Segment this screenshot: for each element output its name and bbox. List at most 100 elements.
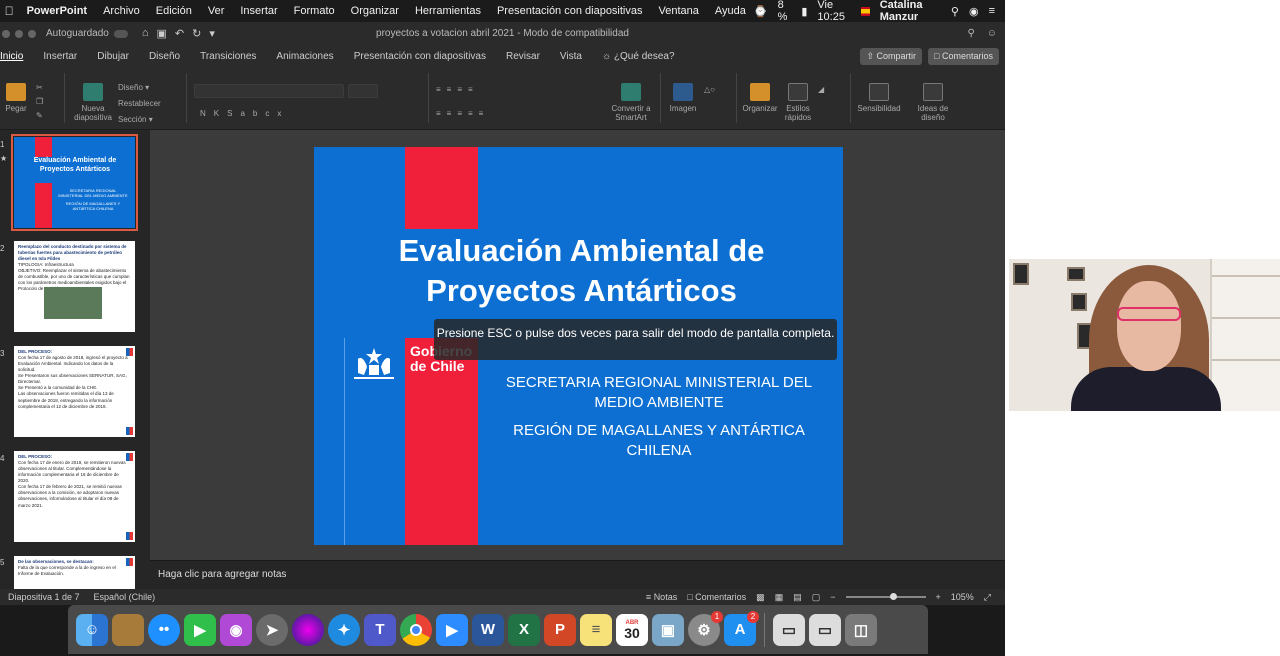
font-size-field[interactable] [348,84,378,98]
menu-insertar[interactable]: Insertar [232,5,285,17]
slide-subtitle-1[interactable]: SECRETARIA REGIONAL MINISTERIAL DEL MEDI… [489,373,829,412]
user-name[interactable]: Catalina Manzur [880,0,941,23]
undo-icon[interactable]: ↶ [175,27,184,40]
powerpoint-icon[interactable]: P [544,613,576,646]
finder-icon[interactable]: ☺ [76,613,108,646]
save-icon[interactable]: ▣ [157,27,167,40]
tab-diseno[interactable]: Diseño [139,51,190,62]
image-button[interactable]: Imagen [666,83,700,113]
tab-inicio[interactable]: Inicio [0,51,33,62]
preview-icon[interactable]: ▣ [652,613,684,646]
fill-color-icon[interactable]: ◢ [818,85,824,94]
tab-transiciones[interactable]: Transiciones [190,51,266,62]
zoom-slider[interactable] [845,593,926,600]
system-preferences-icon[interactable]: ⚙ 1 [688,610,723,646]
minimized-window-1-icon[interactable]: ▭ [773,613,805,646]
home-icon[interactable]: ⌂ [142,27,149,40]
font-format-icons[interactable]: NKSabcx [200,109,289,118]
menu-herramientas[interactable]: Herramientas [407,5,489,17]
reset-button[interactable]: Restablecer [118,99,161,108]
menu-formato[interactable]: Formato [286,5,343,17]
close-window-button[interactable] [2,29,10,38]
new-slide-button[interactable]: Nueva diapositiva [70,83,116,122]
reading-view-icon[interactable]: ▤ [793,592,802,603]
input-source-flag-icon[interactable] [861,6,870,16]
sensitivity-button[interactable]: Sensibilidad [856,83,902,113]
apple-icon[interactable]:  [0,4,19,18]
normal-view-icon[interactable]: ▩ [756,592,765,603]
podcasts-icon[interactable]: ◉ [220,613,252,646]
align-icons[interactable]: ≡≡≡≡≡ [436,109,489,118]
account-icon[interactable]: ☺ [987,28,997,39]
facetime-icon[interactable]: ▶ [184,613,216,646]
safari-icon[interactable]: ✦ [328,613,360,646]
slide-sorter-icon[interactable]: ▦ [775,592,784,603]
redo-icon[interactable]: ↻ [192,27,201,40]
zoom-level[interactable]: 105% [951,592,974,602]
tab-insertar[interactable]: Insertar [33,51,87,62]
shapes-icon[interactable]: △○ [704,85,715,94]
launchpad-icon[interactable]: ➤ [256,613,288,646]
slide-subtitle-2[interactable]: REGIÓN DE MAGALLANES Y ANTÁRTICA CHILENA [489,421,829,460]
menu-ver[interactable]: Ver [200,5,233,17]
chrome-icon[interactable] [400,613,432,646]
calendar-icon[interactable]: ABR 30 [616,613,648,646]
slide-title[interactable]: Evaluación Ambiental de Proyectos Antárt… [344,231,819,312]
zoom-window-button[interactable] [28,29,36,38]
spotlight-search-icon[interactable]: ⚲ [951,5,959,18]
slideshow-icon[interactable]: ▢ [812,592,821,603]
siri-icon[interactable]: ◉ [969,5,979,18]
fit-to-window-icon[interactable]: ⤢ [984,592,991,603]
menu-ventana[interactable]: Ventana [651,5,707,17]
tab-vista[interactable]: Vista [550,51,592,62]
excel-icon[interactable]: X [508,613,540,646]
thumbnail-slide-2[interactable]: Reemplazo del conducto destinado por sis… [14,241,135,332]
thumbnail-slide-1[interactable]: Evaluación Ambiental de Proyectos Antárt… [11,134,138,231]
menu-ayuda[interactable]: Ayuda [707,5,754,17]
notes-pane[interactable]: Haga clic para agregar notas [150,560,1005,589]
autosave-toggle[interactable] [113,29,128,38]
clock[interactable]: Vie 10:25 [817,0,851,23]
font-name-field[interactable] [194,84,344,98]
design-ideas-button[interactable]: Ideas de diseño [914,83,952,122]
notes-app-icon[interactable]: ≡ [580,613,612,646]
trash-icon[interactable]: ◫ [845,613,877,646]
arrange-button[interactable]: Organizar [740,83,780,113]
tab-revisar[interactable]: Revisar [496,51,550,62]
tab-dibujar[interactable]: Dibujar [87,51,139,62]
paste-button[interactable]: Pegar [2,83,30,113]
search-icon[interactable]: ⚲ [967,28,974,39]
tab-animaciones[interactable]: Animaciones [266,51,343,62]
notes-toggle-button[interactable]: ≡ Notas [646,592,677,602]
quick-styles-button[interactable]: Estilos rápidos [782,83,814,122]
teams-icon[interactable]: T [364,613,396,646]
thumbnail-slide-4[interactable]: DEL PROCESO: Con fecha 17 de enero de 20… [14,451,135,542]
tell-me-search[interactable]: ☼ ¿Qué desea? [592,51,685,62]
minimize-window-button[interactable] [15,29,23,38]
menu-presentacion[interactable]: Presentación con diapositivas [489,5,651,17]
share-button[interactable]: ⇧ Compartir [860,47,923,65]
zoom-app-icon[interactable]: ▶ [436,613,468,646]
wifi-icon[interactable]: ⌚ [754,5,768,18]
comments-toggle-button[interactable]: □ Comentarios [687,592,746,602]
zoom-out-icon[interactable]: − [830,592,835,602]
section-button[interactable]: Sección ▾ [118,115,153,124]
menu-archivo[interactable]: Archivo [95,5,148,17]
convert-smartart-button[interactable]: Convertir a SmartArt [608,83,654,122]
menu-edicion[interactable]: Edición [148,5,200,17]
zoom-slider-knob[interactable] [889,593,897,600]
siri-app-icon[interactable] [292,613,324,646]
copy-icon[interactable]: ❐ [36,97,43,106]
menu-organizar[interactable]: Organizar [343,5,407,17]
tab-presentacion[interactable]: Presentación con diapositivas [344,51,496,62]
battery-icon[interactable]: ▮ [801,5,807,18]
zoom-in-icon[interactable]: + [936,592,941,602]
minimized-window-2-icon[interactable]: ▭ [809,613,841,646]
menu-app-name[interactable]: PowerPoint [19,5,96,17]
bullets-icon[interactable]: ≡≡≡≡ [436,85,479,94]
messages-app-icon[interactable]: •• [148,613,180,646]
cut-icon[interactable]: ✂ [36,83,43,92]
word-icon[interactable]: W [472,613,504,646]
notebook-app-icon[interactable] [112,613,144,646]
notification-center-icon[interactable]: ≡ [989,5,995,17]
